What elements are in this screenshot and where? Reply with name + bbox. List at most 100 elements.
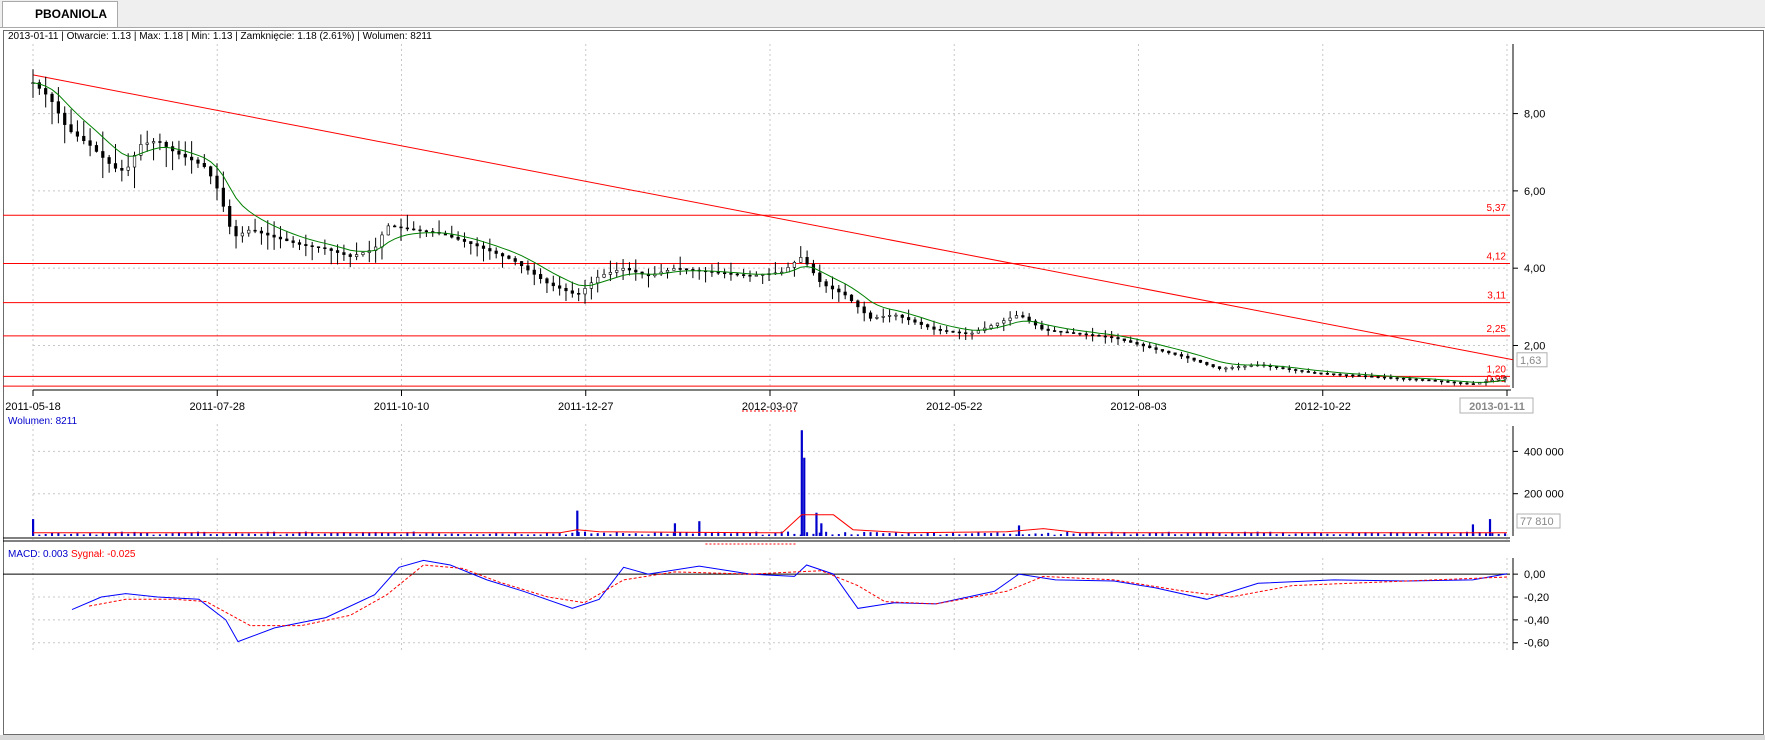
volume-bar [507,534,510,536]
candle-body [1503,377,1507,380]
volume-bar [488,533,491,536]
volume-bar [1488,519,1492,536]
volume-bar [1117,534,1120,536]
candle-body [1306,371,1310,373]
candle-body [830,285,835,290]
volume-bar [539,534,542,536]
candle-body [1129,340,1133,343]
volume-bar [761,534,764,536]
volume-bar [425,533,428,536]
candle-body [684,268,689,271]
candle-body [1103,335,1107,338]
candle-body [1179,354,1184,357]
volume-bar [666,534,669,536]
candle-body [1370,375,1374,378]
candle-body [532,269,536,275]
candle-body [475,243,479,247]
volume-bar [70,533,73,536]
last-price-label: 1,63 [1520,355,1541,367]
candle-body [101,151,105,158]
candle-body [164,141,168,147]
candle-body [907,317,911,321]
candle-body [1281,367,1285,369]
candle-body [1446,381,1450,383]
candle-body [748,274,752,277]
candle-body [113,163,118,169]
candle-body [1344,374,1349,376]
volume-bar [882,533,885,536]
volume-bar [576,510,579,536]
candle-body [1249,365,1253,367]
candle-body [1071,332,1076,334]
candle-body [75,131,80,137]
candle-body [1395,377,1399,380]
candle-body [602,274,606,278]
candle-body [342,252,346,255]
volume-bar [1497,533,1500,536]
candle-body [361,252,365,255]
candle-body [1002,320,1006,324]
volume-bar [533,534,536,536]
volume-bar [463,533,466,536]
volume-bar [209,534,212,536]
candle-body [1160,349,1165,352]
candle-body [1465,382,1469,385]
candle-body [234,226,238,237]
volume-bar [431,533,434,536]
volume-bar [495,533,498,536]
candle-body [1287,368,1291,370]
volume-bar [837,534,840,536]
candle-body [82,135,86,142]
stock-chart[interactable]: 8,006,004,002,005,374,123,112,251,200,95… [0,0,1765,740]
candle-body [285,238,289,242]
volume-bar [520,534,523,536]
volume-bar [628,533,631,536]
x-tick-label: 2011-07-28 [190,401,245,413]
volume-bar [615,531,618,536]
volume-bar [323,533,326,536]
candle-body [450,234,454,238]
candle-body [951,330,955,333]
candle-body [583,288,587,295]
candle-body [132,155,137,168]
volume-bar [660,532,663,536]
volume-bar [304,531,307,536]
candle-body [519,261,524,267]
candle-body [1382,376,1387,379]
candle-body [1376,376,1380,378]
candle-body [393,225,397,228]
candle-body [412,228,416,231]
candle-body [875,317,879,319]
x-tick-label: 2011-10-10 [374,401,429,413]
moving-average-line [32,82,1506,383]
volume-bar [260,533,263,536]
volume-bar [673,523,677,536]
volume-bar [1053,534,1056,536]
price-y-tick-label: 8,00 [1524,109,1545,121]
candle-body [1420,379,1425,381]
candle-body [1091,334,1095,336]
candle-body [513,258,517,262]
candle-body [634,269,638,273]
candle-body [228,206,232,227]
macd-y-tick-label: 0,00 [1524,569,1545,581]
candle-body [1275,366,1279,368]
candle-body [494,250,498,254]
candle-body [209,166,213,177]
candle-body [278,236,283,240]
candle-body [545,278,549,284]
volume-bar [457,533,460,536]
candle-body [1319,372,1323,375]
volume-bar [1471,524,1475,536]
candle-body [564,287,568,292]
candle-body [323,247,327,249]
volume-bar [1294,533,1297,536]
candle-body [964,332,968,334]
volume-y-tick-label: 200 000 [1524,489,1564,501]
candle-body [976,330,981,334]
volume-bar [990,533,993,536]
candle-body [1084,333,1088,336]
bottom-scroll-strip[interactable] [0,735,1765,740]
candle-body [799,257,803,263]
candle-body [107,157,111,164]
